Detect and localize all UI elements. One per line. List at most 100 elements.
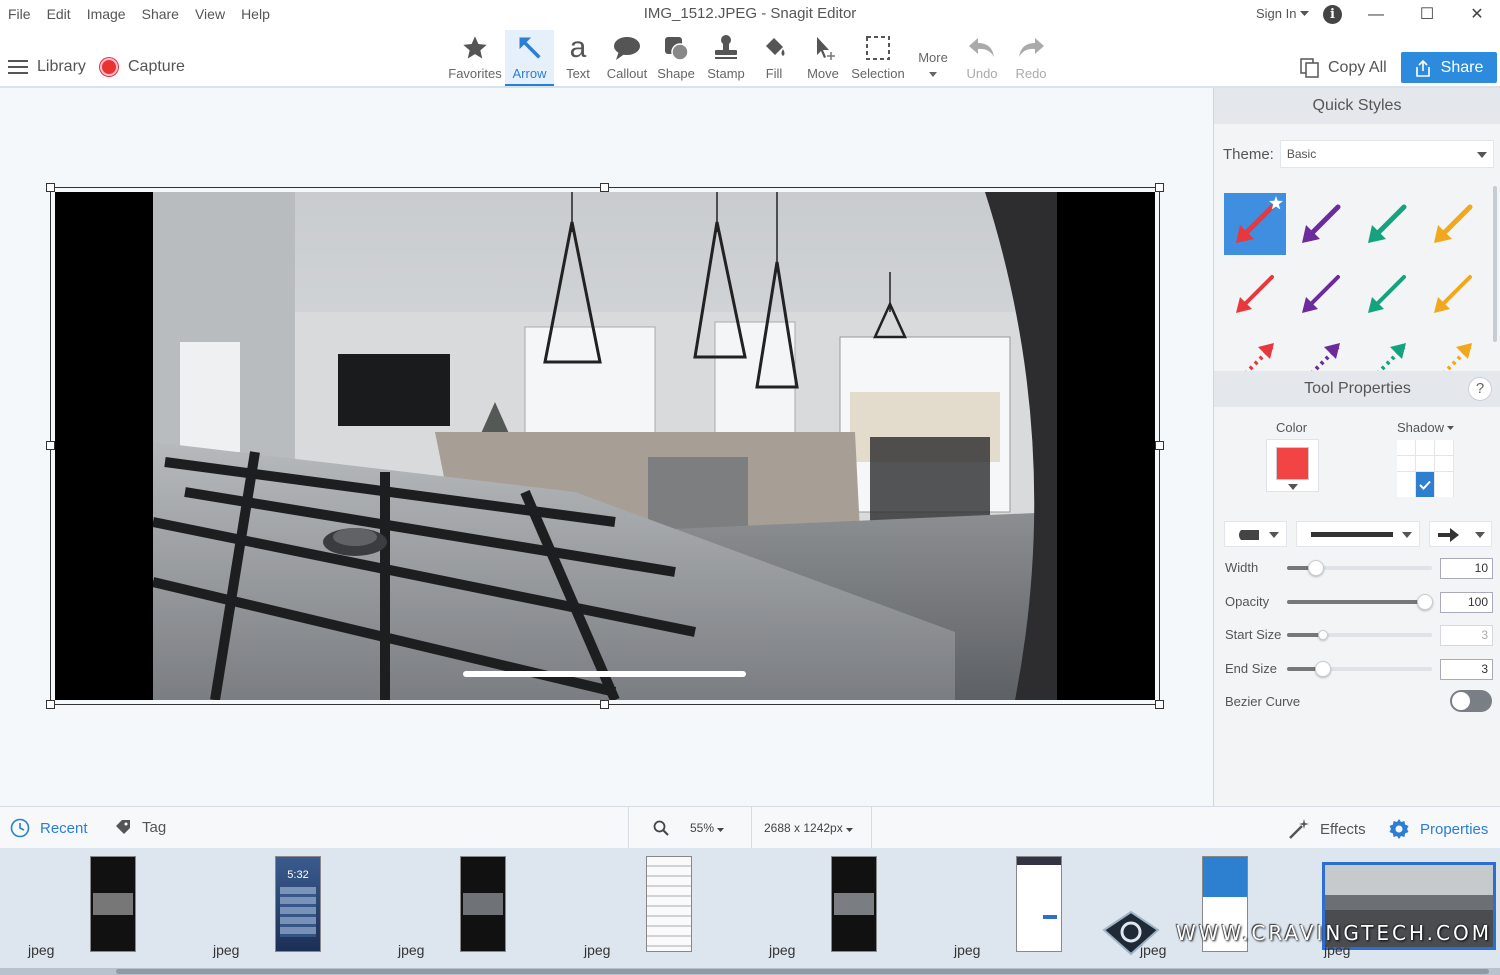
style-green-shadow[interactable] — [1356, 263, 1418, 325]
style-red-dotted[interactable] — [1224, 333, 1286, 371]
sign-in-button[interactable]: Sign In — [1256, 6, 1310, 21]
shadow-cell[interactable] — [1435, 472, 1453, 497]
opacity-input[interactable]: 100 — [1440, 592, 1493, 613]
tool-properties-header: Tool Properties ? — [1214, 371, 1500, 407]
tool-callout[interactable]: Callout — [603, 30, 651, 86]
arrow-start-dropdown[interactable] — [1224, 521, 1287, 547]
copy-all-button[interactable]: Copy All — [1300, 58, 1387, 78]
tool-arrow[interactable]: Arrow — [505, 30, 554, 86]
tool-favorites[interactable]: Favorites — [447, 30, 503, 86]
shadow-cell[interactable] — [1416, 456, 1434, 471]
style-red-solid[interactable] — [1224, 193, 1286, 255]
tool-selection[interactable]: Selection — [849, 30, 907, 86]
style-purple-dotted[interactable] — [1290, 333, 1352, 371]
shadow-dropdown[interactable]: Shadow — [1397, 420, 1454, 435]
tag-tab[interactable]: Tag — [114, 818, 166, 836]
end-size-slider[interactable] — [1287, 661, 1432, 677]
color-picker[interactable] — [1266, 439, 1319, 492]
style-orange-shadow[interactable] — [1422, 263, 1482, 325]
recent-tab[interactable]: Recent — [10, 818, 88, 838]
bezier-curve-toggle[interactable] — [1450, 690, 1492, 712]
shadow-cell-selected[interactable] — [1416, 472, 1434, 497]
arrow-style-icon — [1245, 343, 1274, 371]
redo-button[interactable]: Redo — [1010, 30, 1052, 86]
resize-handle-right[interactable] — [1155, 441, 1164, 450]
shadow-cell[interactable] — [1435, 456, 1453, 471]
style-green-solid[interactable] — [1356, 193, 1418, 255]
tray-thumbnail[interactable] — [646, 856, 692, 952]
canvas-image[interactable] — [55, 192, 1155, 700]
tray-thumbnail[interactable] — [90, 856, 136, 952]
width-slider[interactable] — [1287, 560, 1432, 576]
tool-fill[interactable]: Fill — [753, 30, 795, 86]
tool-shape[interactable]: Shape — [655, 30, 697, 86]
tool-stamp[interactable]: Stamp — [703, 30, 749, 86]
resize-handle-bottom-right[interactable] — [1155, 700, 1164, 709]
opacity-slider-thumb[interactable] — [1416, 594, 1433, 610]
tool-more[interactable]: More — [913, 50, 953, 86]
tray-scrollbar-thumb[interactable] — [116, 969, 1489, 974]
arrow-end-dropdown[interactable] — [1429, 521, 1492, 547]
chevron-down-icon — [717, 828, 725, 832]
effects-button[interactable]: Effects — [1288, 818, 1366, 840]
library-button[interactable]: Library — [8, 58, 86, 76]
tool-shape-label: Shape — [657, 66, 695, 81]
style-orange-solid[interactable] — [1422, 193, 1482, 255]
start-size-slider-thumb[interactable] — [1318, 630, 1329, 640]
chevron-down-icon — [929, 72, 937, 77]
search-zoom-icon[interactable] — [653, 820, 669, 836]
shadow-cell[interactable] — [1435, 440, 1453, 455]
resize-handle-top[interactable] — [600, 183, 609, 192]
shadow-cell[interactable] — [1397, 456, 1415, 471]
image-size-dropdown[interactable]: 2688 x 1242px — [764, 821, 854, 835]
image-size-value: 2688 x 1242px — [764, 821, 843, 835]
width-input[interactable]: 10 — [1440, 558, 1493, 579]
style-orange-dotted[interactable] — [1422, 333, 1482, 371]
resize-handle-bottom-left[interactable] — [46, 700, 55, 709]
start-size-input[interactable]: 3 — [1440, 625, 1493, 646]
resize-handle-left[interactable] — [46, 441, 55, 450]
quick-styles-grid — [1224, 193, 1482, 371]
style-purple-solid[interactable] — [1290, 193, 1352, 255]
share-icon — [1415, 59, 1430, 77]
tray-scrollbar[interactable] — [0, 968, 1500, 975]
opacity-slider[interactable] — [1287, 594, 1433, 610]
properties-button[interactable]: Properties — [1388, 818, 1488, 840]
chevron-down-icon — [1288, 484, 1298, 490]
info-icon[interactable]: i — [1323, 5, 1342, 24]
end-size-slider-thumb[interactable] — [1315, 661, 1332, 677]
tool-move[interactable]: Move — [801, 30, 845, 86]
style-red-shadow[interactable] — [1224, 263, 1286, 325]
close-button[interactable]: ✕ — [1454, 0, 1500, 30]
tray-thumbnail[interactable] — [831, 856, 877, 952]
callout-icon — [614, 37, 640, 60]
capture-button[interactable]: Capture — [100, 58, 185, 76]
theme-select[interactable]: Basic — [1279, 140, 1494, 168]
style-green-dotted[interactable] — [1356, 333, 1418, 371]
help-button[interactable]: ? — [1468, 377, 1492, 401]
resize-handle-top-left[interactable] — [46, 183, 55, 192]
arrow-style-icon — [1368, 204, 1407, 243]
minimize-button[interactable]: — — [1353, 0, 1399, 30]
shadow-direction-grid[interactable] — [1397, 440, 1454, 497]
start-size-slider[interactable] — [1287, 630, 1432, 640]
quick-styles-scrollbar[interactable] — [1493, 186, 1497, 342]
shadow-cell[interactable] — [1397, 472, 1415, 497]
tool-text[interactable]: a Text — [557, 30, 599, 86]
width-slider-thumb[interactable] — [1308, 560, 1324, 576]
line-style-dropdown[interactable] — [1296, 521, 1420, 547]
resize-handle-top-right[interactable] — [1155, 183, 1164, 192]
shadow-cell[interactable] — [1397, 440, 1415, 455]
zoom-dropdown[interactable]: 55% — [690, 821, 725, 835]
maximize-button[interactable]: ☐ — [1404, 0, 1450, 30]
share-button[interactable]: Share — [1401, 52, 1497, 83]
end-size-input[interactable]: 3 — [1440, 659, 1493, 680]
tray-thumbnail[interactable]: 5:32 — [275, 856, 321, 952]
style-purple-shadow[interactable] — [1290, 263, 1352, 325]
shadow-cell[interactable] — [1416, 440, 1434, 455]
tray-thumbnail[interactable] — [1016, 856, 1062, 952]
resize-handle-bottom[interactable] — [600, 700, 609, 709]
canvas-area[interactable] — [0, 88, 1213, 806]
undo-button[interactable]: Undo — [961, 30, 1003, 86]
tray-thumbnail[interactable] — [460, 856, 506, 952]
